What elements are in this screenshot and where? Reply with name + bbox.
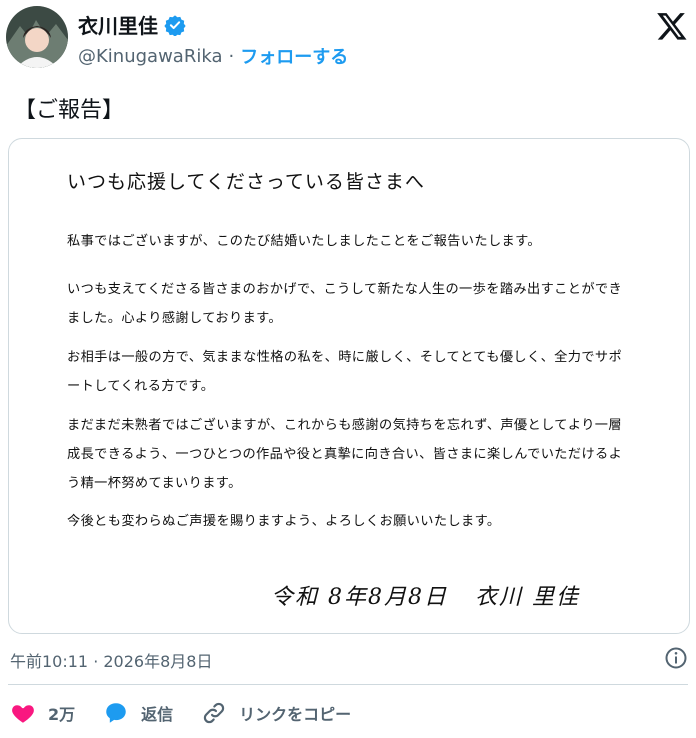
link-icon — [204, 702, 225, 724]
name-row: 衣川里佳 — [78, 10, 186, 39]
handle[interactable]: @KinugawaRika — [78, 46, 222, 67]
separator: · — [228, 45, 235, 67]
reply-bubble-icon — [106, 703, 126, 723]
copy-link-button[interactable]: リンクをコピー — [201, 700, 351, 726]
reply-label: 返信 — [141, 705, 174, 724]
avatar-image — [6, 6, 68, 68]
letter-paragraph: 私事ではございますが、このたび結婚いたしましたことをご報告いたします。 — [67, 234, 541, 249]
reply-button[interactable]: 返信 — [103, 700, 173, 726]
divider — [8, 684, 688, 685]
letter-paragraph: 今後とも変わらぬご声援を賜りますよう、よろしくお願いいたします。 — [67, 514, 501, 529]
letter-paragraph: いつも支えてくださる皆さまのおかげで、こうして新たな人生の一歩を踏み出すことがで… — [67, 282, 623, 326]
info-icon[interactable] — [664, 646, 688, 670]
handle-row: @KinugawaRika · フォローする — [78, 43, 348, 69]
tweet-header: 衣川里佳 @KinugawaRika · フォローする — [0, 0, 696, 80]
verified-badge-icon — [164, 14, 186, 36]
like-button[interactable]: 2万 — [10, 700, 75, 726]
display-name[interactable]: 衣川里佳 — [78, 10, 158, 39]
tweet-timestamp[interactable]: 午前10:11 · 2026年8月8日 — [10, 648, 212, 672]
letter-image[interactable]: いつも応援してくださっている皆さまへ 私事ではございますが、このたび結婚いたしま… — [8, 138, 690, 634]
like-count: 2万 — [48, 705, 76, 724]
handwritten-signature: 令和 8年8月8日 衣川 里佳 — [271, 585, 580, 610]
avatar[interactable] — [6, 6, 68, 68]
copy-link-label: リンクをコピー — [239, 705, 352, 724]
heart-icon — [12, 705, 34, 723]
follow-button[interactable]: フォローする — [240, 43, 348, 69]
action-bar: 2万 返信 リンクをコピー — [10, 698, 379, 728]
letter-paragraph: お相手は一般の方で、気ままな性格の私を、時に厳しく、そしてとても優しく、全力でサ… — [67, 350, 623, 394]
tweet-text: 【ご報告】 — [14, 98, 125, 123]
letter-paragraph: まだまだ未熟者ではございますが、これからも感謝の気持ちを忘れず、声優としてより一… — [67, 418, 623, 491]
letter-greeting: いつも応援してくださっている皆さまへ — [67, 171, 425, 193]
x-logo-icon[interactable] — [656, 10, 688, 42]
